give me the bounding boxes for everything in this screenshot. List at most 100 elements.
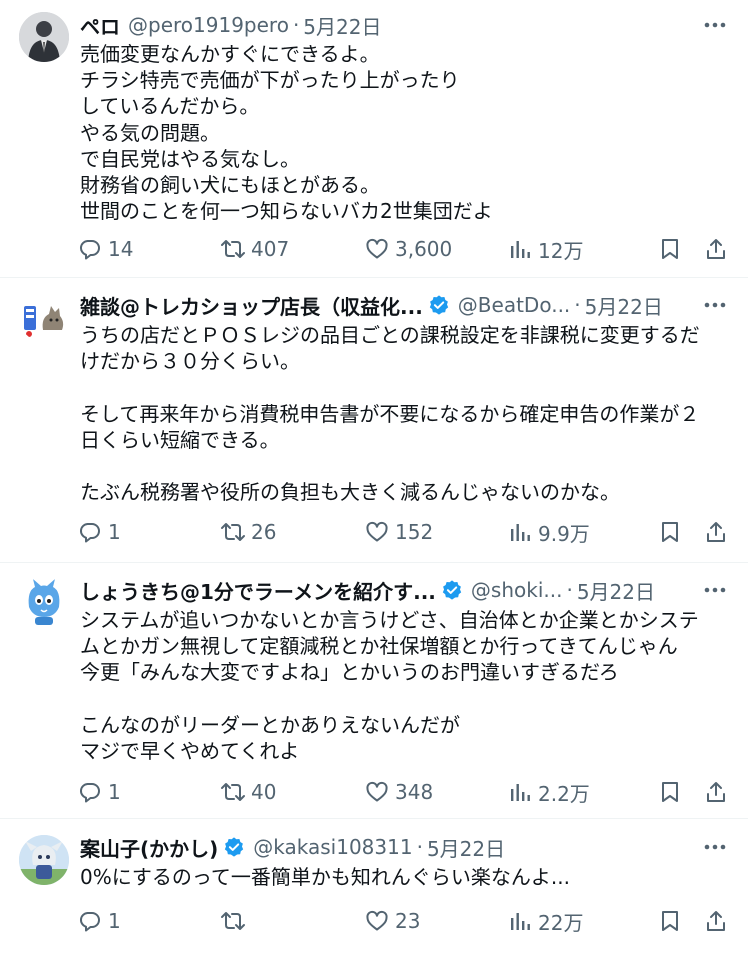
tweet-text-blank-line xyxy=(80,374,734,400)
reply-icon xyxy=(76,778,104,806)
tweet-text-line: そして再来年から消費税申告書が不要になるから確定申告の作業が２ xyxy=(80,401,700,426)
verified-badge xyxy=(428,294,450,316)
author-name[interactable]: 案山子(かかし) xyxy=(80,833,218,862)
views-button[interactable]: 12万 xyxy=(506,232,583,266)
avatar[interactable] xyxy=(19,835,69,885)
tweet-text-line: やる気の問題。 xyxy=(80,120,220,145)
tweet-text-line: 財務省の飼い犬にもほとがある。 xyxy=(80,172,380,197)
repost-icon xyxy=(219,235,247,263)
tweet[interactable]: 雑談@トレカショップ店長（収益化... @BeatDo... · 5月22日 う… xyxy=(0,278,748,563)
author-name[interactable]: 雑談@トレカショップ店長（収益化... xyxy=(80,291,423,320)
repost-button[interactable]: 40 xyxy=(219,775,276,809)
post-date[interactable]: 5月22日 xyxy=(427,833,505,862)
action-bar: 1 40 348 2.2万 xyxy=(76,775,730,809)
bookmark-button[interactable] xyxy=(656,775,688,809)
tweet[interactable]: しょうきち@1分でラーメンを紹介す... @shoki... · 5月22日 シ… xyxy=(0,563,748,819)
action-bar: 1 23 22万 xyxy=(76,904,730,938)
tweet-text-line: ムとかガン無視して定額減税とか社保増額とか行ってきてんじゃん xyxy=(80,634,678,659)
author-name[interactable]: ペロ xyxy=(80,11,120,40)
share-icon xyxy=(702,778,730,806)
like-count: 152 xyxy=(395,520,434,544)
views-button[interactable]: 2.2万 xyxy=(506,775,590,809)
like-button[interactable]: 23 xyxy=(363,904,420,938)
tweet-text: 0%にするのって一番簡単かも知れんぐらい楽なんよ... xyxy=(80,864,734,890)
tweet-text: システムが追いつかないとか言うけどさ、自治体とか企業とかシステ ムとかガン無視し… xyxy=(80,607,734,764)
action-bar: 1 26 152 9.9万 xyxy=(76,515,730,549)
bookmark-button[interactable] xyxy=(656,232,688,266)
separator-dot: · xyxy=(416,835,423,859)
anime-character-avatar-icon xyxy=(19,835,69,885)
post-date[interactable]: 5月22日 xyxy=(303,11,381,40)
share-icon xyxy=(702,235,730,263)
reply-button[interactable]: 1 xyxy=(76,515,121,549)
post-date[interactable]: 5月22日 xyxy=(585,291,663,320)
heart-icon xyxy=(363,235,391,263)
share-button[interactable] xyxy=(702,775,734,809)
like-count: 23 xyxy=(395,909,421,933)
share-button[interactable] xyxy=(702,904,734,938)
reply-button[interactable]: 14 xyxy=(76,232,133,266)
avatar[interactable] xyxy=(19,292,69,342)
views-button[interactable]: 22万 xyxy=(506,904,583,938)
tweet-header: ペロ @pero1919pero · 5月22日 xyxy=(80,10,730,40)
heart-icon xyxy=(363,518,391,546)
like-button[interactable]: 152 xyxy=(363,515,433,549)
bookmark-icon xyxy=(656,778,684,806)
repost-button[interactable] xyxy=(219,904,251,938)
tweet-header: 案山子(かかし) @kakasi108311 · 5月22日 xyxy=(80,832,730,862)
bookmark-button[interactable] xyxy=(656,515,688,549)
like-count: 348 xyxy=(395,780,434,804)
reply-count: 1 xyxy=(108,520,121,544)
views-button[interactable]: 9.9万 xyxy=(506,515,590,549)
separator-dot: · xyxy=(292,13,300,37)
tweet[interactable]: 案山子(かかし) @kakasi108311 · 5月22日 0%にするのって一… xyxy=(0,819,748,956)
suited-man-avatar-icon xyxy=(19,12,69,62)
bar-chart-icon xyxy=(506,518,534,546)
repost-icon xyxy=(219,907,247,935)
timeline-feed: ペロ @pero1919pero · 5月22日 売価変更なんかすぐにできるよ。… xyxy=(0,0,748,956)
more-options-button[interactable] xyxy=(702,12,728,38)
reply-count: 1 xyxy=(108,780,121,804)
author-handle[interactable]: @kakasi108311 xyxy=(253,835,412,859)
tweet-text-line: で自民党はやる気なし。 xyxy=(80,146,300,171)
post-date[interactable]: 5月22日 xyxy=(577,576,655,605)
tweet-text-line: こんなのがリーダーとかありえないんだが xyxy=(80,712,460,737)
more-dots-icon xyxy=(704,844,726,850)
share-button[interactable] xyxy=(702,515,734,549)
verified-check-icon xyxy=(429,295,448,315)
share-button[interactable] xyxy=(702,232,734,266)
reply-button[interactable]: 1 xyxy=(76,775,121,809)
avatar[interactable] xyxy=(19,12,69,62)
avatar[interactable] xyxy=(19,577,69,627)
tweet[interactable]: ペロ @pero1919pero · 5月22日 売価変更なんかすぐにできるよ。… xyxy=(0,0,748,278)
author-handle[interactable]: @BeatDo... xyxy=(458,293,570,317)
tweet-header: しょうきち@1分でラーメンを紹介す... @shoki... · 5月22日 xyxy=(80,575,730,605)
like-button[interactable]: 348 xyxy=(363,775,433,809)
tweet-text-line: 売価変更なんかすぐにできるよ。 xyxy=(80,42,380,66)
bar-chart-icon xyxy=(506,778,534,806)
like-button[interactable]: 3,600 xyxy=(363,232,452,266)
more-options-button[interactable] xyxy=(702,577,728,603)
author-handle[interactable]: @pero1919pero xyxy=(128,13,289,37)
bookmark-button[interactable] xyxy=(656,904,688,938)
repost-button[interactable]: 407 xyxy=(219,232,289,266)
reply-button[interactable]: 1 xyxy=(76,904,121,938)
repost-button[interactable]: 26 xyxy=(219,515,276,549)
bookmark-icon xyxy=(656,518,684,546)
bookmark-icon xyxy=(656,235,684,263)
like-count: 3,600 xyxy=(395,237,453,261)
verified-check-icon xyxy=(442,580,462,600)
separator-dot: · xyxy=(566,578,573,602)
repost-count: 26 xyxy=(251,520,277,544)
heart-icon xyxy=(363,907,391,935)
more-options-button[interactable] xyxy=(702,292,728,318)
more-options-button[interactable] xyxy=(702,834,728,860)
author-handle[interactable]: @shoki... xyxy=(471,578,563,602)
tweet-text-line: 日くらい短縮できる。 xyxy=(80,427,280,452)
author-name[interactable]: しょうきち@1分でラーメンを紹介す... xyxy=(80,576,436,605)
reply-icon xyxy=(76,235,104,263)
tweet-text-line: 今更「みんな大変ですよね」とかいうのお門違いすぎるだろ xyxy=(80,660,619,685)
tweet-text-line: うちの店だとＰＯＳレジの品目ごとの課税設定を非課税に変更するだ xyxy=(80,323,700,347)
blue-cat-avatar-icon xyxy=(19,577,69,627)
share-icon xyxy=(702,907,730,935)
